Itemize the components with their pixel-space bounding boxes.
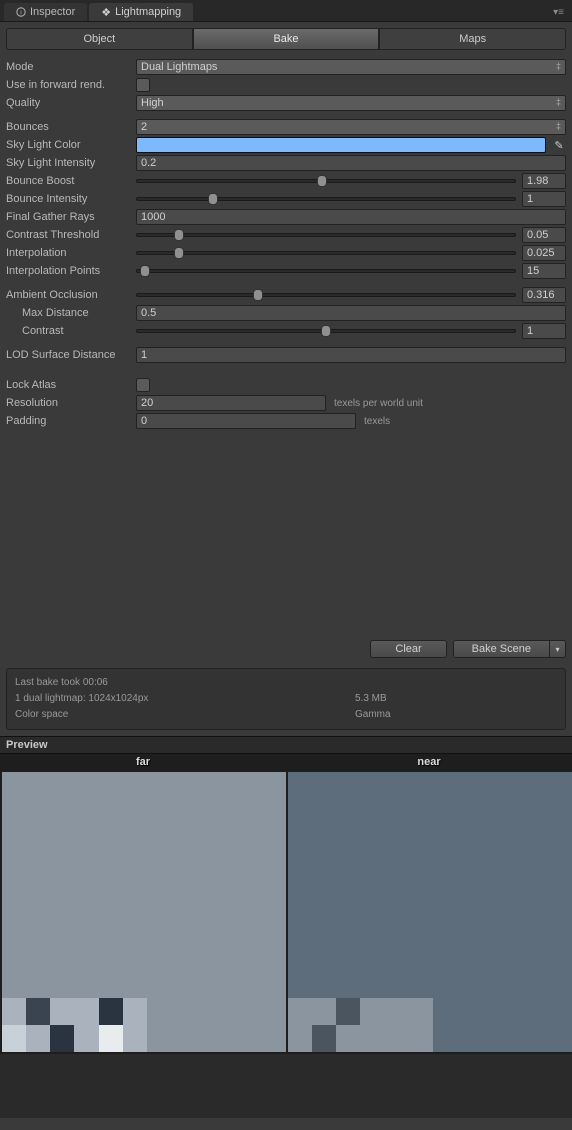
main-tab-group: Object Bake Maps xyxy=(6,28,566,50)
main-tab-maps[interactable]: Maps xyxy=(379,28,566,50)
input-max-distance[interactable]: 0.5 xyxy=(136,305,566,321)
status-colorspace-label: Color space xyxy=(15,707,355,723)
checkbox-forward[interactable] xyxy=(136,78,150,92)
slider-ao[interactable] xyxy=(136,293,516,297)
bake-scene-button-group: Bake Scene ▾ xyxy=(453,640,566,658)
input-final-gather[interactable]: 1000 xyxy=(136,209,566,225)
eyedropper-icon[interactable]: ✎ xyxy=(552,138,566,152)
hint-resolution: texels per world unit xyxy=(334,398,423,409)
tab-options-icon[interactable]: ▾≡ xyxy=(545,4,572,21)
label-resolution: Resolution xyxy=(6,397,136,409)
tab-inspector-label: Inspector xyxy=(30,6,75,18)
preview-thumb-near[interactable] xyxy=(288,772,572,1052)
clear-button[interactable]: Clear xyxy=(370,640,446,658)
checkbox-lock-atlas[interactable] xyxy=(136,378,150,392)
tab-inspector[interactable]: i Inspector xyxy=(4,3,87,21)
label-ao: Ambient Occlusion xyxy=(6,289,136,301)
input-lod[interactable]: 1 xyxy=(136,347,566,363)
slider-bounce-boost[interactable] xyxy=(136,179,516,183)
label-quality: Quality xyxy=(6,97,136,109)
svg-text:i: i xyxy=(20,10,22,17)
label-sky-intensity: Sky Light Intensity xyxy=(6,157,136,169)
slider-contrast[interactable] xyxy=(136,329,516,333)
light-icon: ❖ xyxy=(101,6,111,19)
label-forward: Use in forward rend. xyxy=(6,79,136,91)
slider-interpolation[interactable] xyxy=(136,251,516,255)
status-size: 5.3 MB xyxy=(355,691,387,707)
color-sky[interactable] xyxy=(136,137,546,153)
input-bounce-boost[interactable]: 1.98 xyxy=(522,173,566,189)
label-bounce-boost: Bounce Boost xyxy=(6,175,136,187)
label-max-distance: Max Distance xyxy=(6,307,136,319)
label-contrast: Contrast xyxy=(6,325,136,337)
status-colorspace: Gamma xyxy=(355,707,391,723)
input-bounce-intensity[interactable]: 1 xyxy=(522,191,566,207)
tab-lightmapping[interactable]: ❖ Lightmapping xyxy=(89,3,193,21)
form-body: Mode Dual Lightmaps Use in forward rend.… xyxy=(0,58,572,430)
tab-lightmapping-label: Lightmapping xyxy=(115,6,181,18)
bake-scene-button[interactable]: Bake Scene xyxy=(454,641,549,657)
label-sky-color: Sky Light Color xyxy=(6,139,136,151)
input-interpolation[interactable]: 0.025 xyxy=(522,245,566,261)
label-bounce-intensity: Bounce Intensity xyxy=(6,193,136,205)
label-interpolation: Interpolation xyxy=(6,247,136,259)
preview-label-far: far xyxy=(0,756,286,768)
input-padding[interactable]: 0 xyxy=(136,413,356,429)
dropdown-bounces[interactable]: 2 xyxy=(136,119,566,135)
input-contrast[interactable]: 1 xyxy=(522,323,566,339)
status-lightmap: 1 dual lightmap: 1024x1024px xyxy=(15,691,355,707)
preview-label-near: near xyxy=(286,756,572,768)
slider-interp-points[interactable] xyxy=(136,269,516,273)
slider-contrast-threshold[interactable] xyxy=(136,233,516,237)
input-sky-intensity[interactable]: 0.2 xyxy=(136,155,566,171)
slider-bounce-intensity[interactable] xyxy=(136,197,516,201)
input-contrast-threshold[interactable]: 0.05 xyxy=(522,227,566,243)
label-mode: Mode xyxy=(6,61,136,73)
label-final-gather: Final Gather Rays xyxy=(6,211,136,223)
label-bounces: Bounces xyxy=(6,121,136,133)
button-row: Clear Bake Scene ▾ xyxy=(0,640,572,658)
main-tab-object[interactable]: Object xyxy=(6,28,193,50)
preview-header: Preview xyxy=(0,736,572,754)
hint-padding: texels xyxy=(364,416,390,427)
label-contrast-threshold: Contrast Threshold xyxy=(6,229,136,241)
dropdown-quality[interactable]: High xyxy=(136,95,566,111)
main-tab-bake[interactable]: Bake xyxy=(193,28,380,50)
preview-thumb-far[interactable] xyxy=(2,772,286,1052)
label-padding: Padding xyxy=(6,415,136,427)
input-resolution[interactable]: 20 xyxy=(136,395,326,411)
preview-area: far near xyxy=(0,754,572,1118)
window-tab-bar: i Inspector ❖ Lightmapping ▾≡ xyxy=(0,0,572,22)
preview-footer xyxy=(0,1054,572,1118)
label-lod: LOD Surface Distance xyxy=(6,349,136,361)
status-last-bake: Last bake took 00:06 xyxy=(15,675,355,691)
bake-scene-dropdown-icon[interactable]: ▾ xyxy=(549,641,565,657)
status-box: Last bake took 00:06 1 dual lightmap: 10… xyxy=(6,668,566,730)
label-lock-atlas: Lock Atlas xyxy=(6,379,136,391)
input-interp-points[interactable]: 15 xyxy=(522,263,566,279)
label-interp-points: Interpolation Points xyxy=(6,265,136,277)
dropdown-mode[interactable]: Dual Lightmaps xyxy=(136,59,566,75)
info-icon: i xyxy=(16,7,26,17)
input-ao[interactable]: 0.316 xyxy=(522,287,566,303)
